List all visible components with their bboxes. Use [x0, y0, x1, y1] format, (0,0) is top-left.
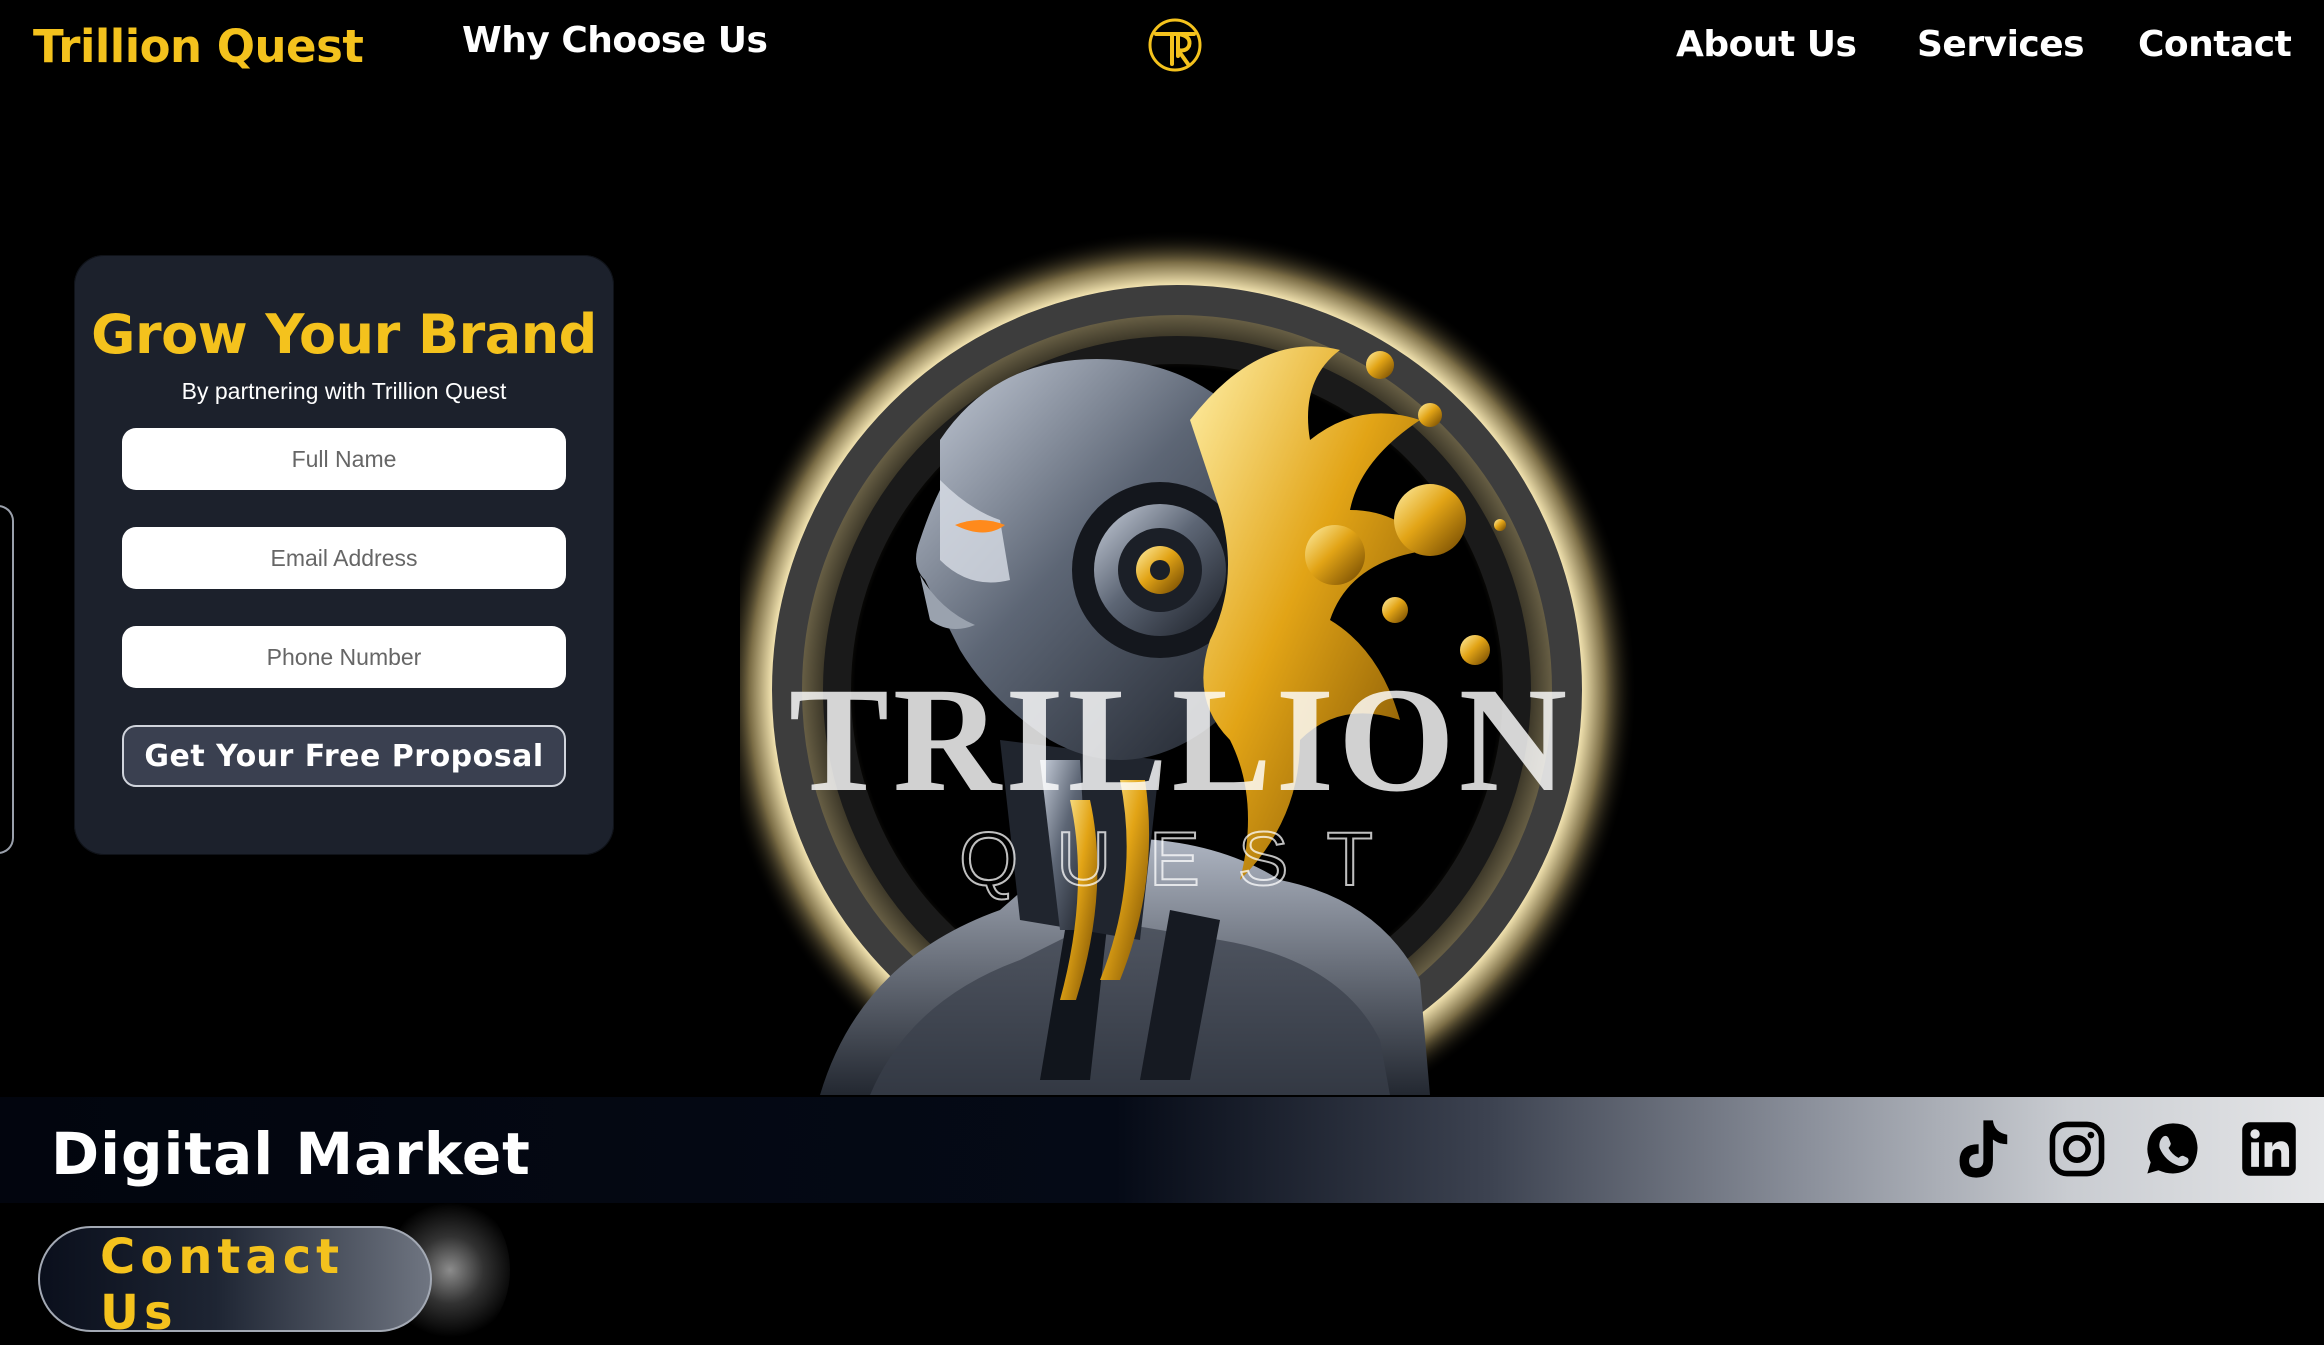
get-free-proposal-button[interactable]: Get Your Free Proposal: [122, 725, 566, 787]
nav-link-about-us[interactable]: About Us: [1676, 24, 1857, 65]
brand-logo-text[interactable]: Trillion Quest: [33, 20, 364, 73]
phone-input[interactable]: [122, 626, 566, 688]
nav-link-why-choose-us[interactable]: Why Choose Us: [462, 20, 768, 61]
top-nav: Trillion Quest Why Choose Us About Us Se…: [0, 0, 2324, 110]
trillion-quest-logo-icon[interactable]: [1142, 12, 1208, 78]
instagram-icon[interactable]: [2048, 1118, 2106, 1180]
form-title: Grow Your Brand: [91, 303, 597, 366]
digital-market-title: Digital Market: [51, 1120, 531, 1188]
form-subtitle: By partnering with Trillion Quest: [181, 378, 507, 404]
linkedin-icon[interactable]: [2240, 1118, 2298, 1180]
tiktok-icon[interactable]: [1952, 1118, 2010, 1180]
whatsapp-icon[interactable]: [2144, 1118, 2202, 1180]
email-input[interactable]: [122, 527, 566, 589]
full-name-input[interactable]: [122, 428, 566, 490]
side-drawer-tab[interactable]: [0, 505, 14, 854]
nav-link-contact[interactable]: Contact: [2138, 24, 2292, 65]
hero-robot-illustration: TRILLION QUEST: [740, 230, 1637, 1095]
proposal-form-card: Grow Your Brand By partnering with Trill…: [74, 255, 614, 855]
hero-logo-sub: QUEST: [959, 817, 1411, 902]
contact-us-button[interactable]: Contact Us: [38, 1226, 432, 1341]
hero-logo-word: TRILLION: [789, 657, 1571, 823]
nav-link-services[interactable]: Services: [1917, 24, 2085, 65]
